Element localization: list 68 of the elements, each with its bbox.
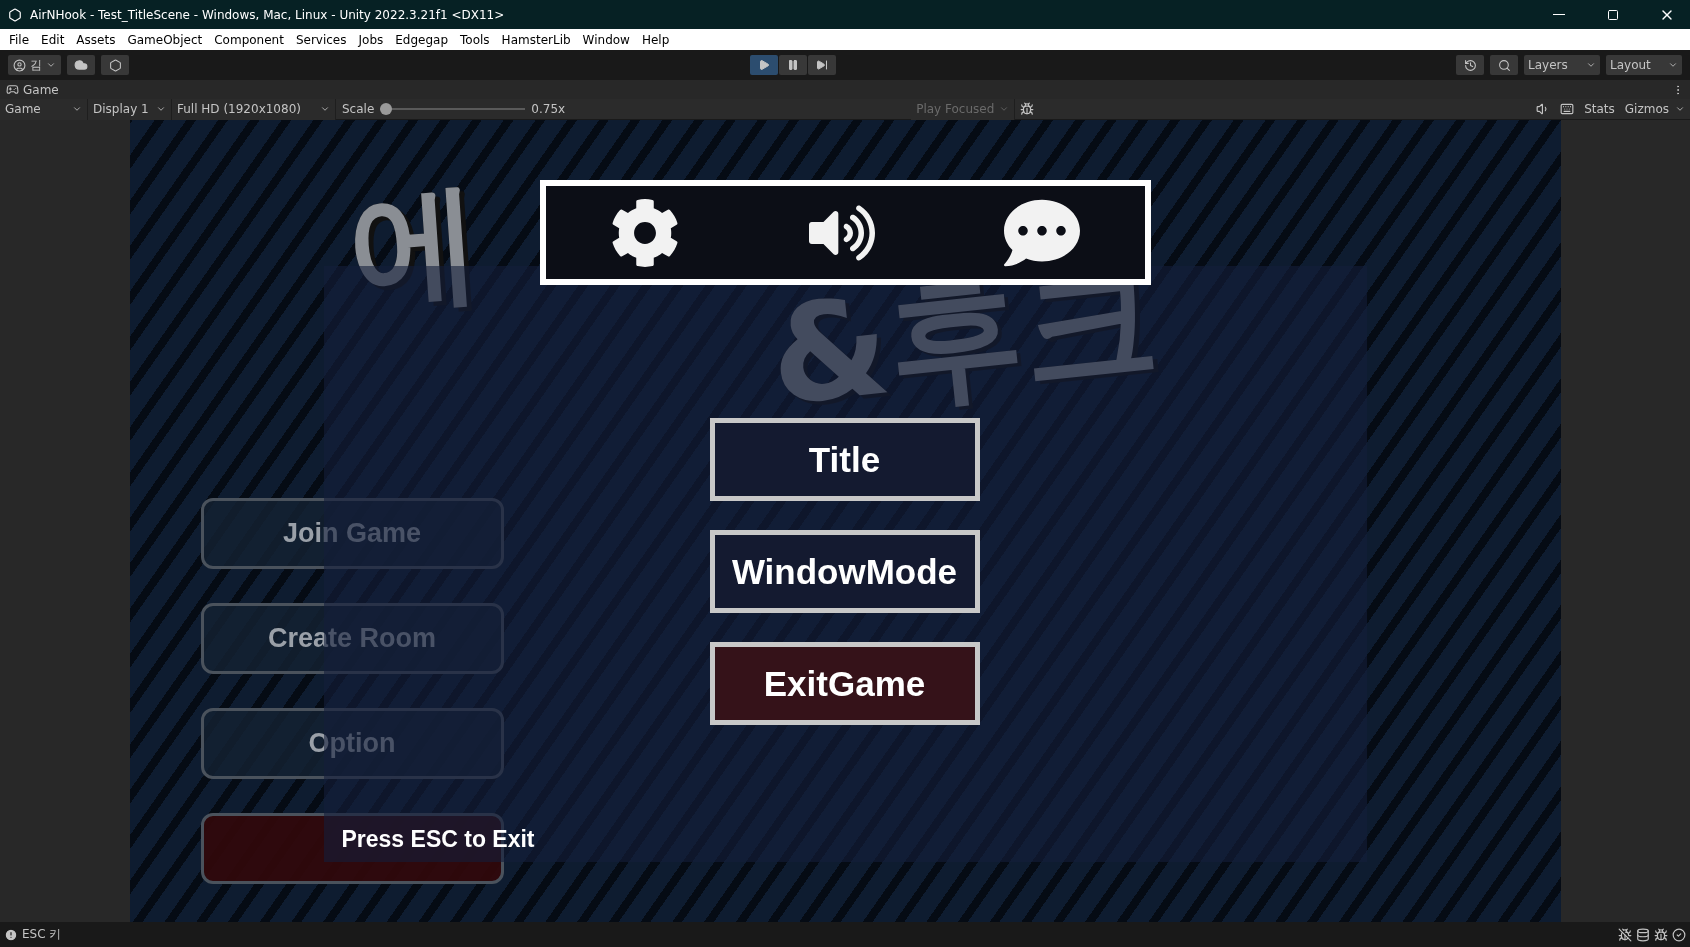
menu-item[interactable]: Edgegap bbox=[389, 29, 455, 50]
game-tab[interactable]: Game bbox=[23, 82, 59, 97]
cloud-icon bbox=[74, 58, 88, 72]
menu-item[interactable]: Component bbox=[208, 29, 290, 50]
window-title: AirNHook - Test_TitleScene - Windows, Mac, Linux - Unity 2022.3.21f1 <DX11> bbox=[30, 7, 506, 22]
layers-dropdown[interactable]: Layers bbox=[1524, 55, 1600, 75]
caret-icon bbox=[156, 104, 166, 114]
view-dropdown[interactable]: Game bbox=[0, 98, 88, 120]
gear-icon bbox=[610, 197, 680, 268]
cloud-button[interactable] bbox=[67, 55, 95, 75]
caret-icon bbox=[72, 104, 82, 114]
menu-item[interactable]: HamsterLib bbox=[495, 29, 577, 50]
menu-item[interactable]: Jobs bbox=[352, 29, 390, 50]
menu-button[interactable]: Title bbox=[709, 418, 980, 501]
maximize-icon bbox=[1607, 8, 1619, 21]
menu-item[interactable]: File bbox=[3, 29, 36, 50]
menu-button[interactable]: WindowMode bbox=[709, 530, 980, 613]
status-message: ESC 키 bbox=[22, 926, 63, 943]
search-icon bbox=[1497, 58, 1511, 72]
gizmos-dropdown[interactable]: Gizmos bbox=[1619, 98, 1690, 120]
slider-thumb[interactable] bbox=[380, 103, 393, 115]
gamepad-icon bbox=[6, 83, 19, 96]
menu-item[interactable]: Assets bbox=[70, 29, 122, 50]
alert-icon bbox=[4, 927, 18, 942]
logo-text: 에 bbox=[345, 175, 484, 315]
menu-item[interactable]: GameObject bbox=[121, 29, 209, 50]
caret-icon bbox=[999, 104, 1010, 114]
settings-button[interactable] bbox=[610, 197, 680, 268]
caret-icon bbox=[1668, 60, 1678, 70]
stats-button[interactable]: Stats bbox=[1579, 98, 1620, 120]
menu-item[interactable]: Edit bbox=[35, 29, 71, 50]
menu-button[interactable]: ExitGame bbox=[709, 642, 980, 725]
play-button[interactable] bbox=[749, 55, 778, 75]
scale-reading: 0.75x bbox=[530, 102, 567, 116]
search-button[interactable] bbox=[1490, 55, 1518, 75]
unity-logo-icon bbox=[8, 7, 22, 22]
check-icon[interactable] bbox=[1672, 927, 1686, 942]
caret-icon bbox=[1675, 104, 1685, 114]
display-dropdown[interactable]: Display 1 bbox=[88, 98, 172, 120]
account-icon bbox=[13, 58, 26, 72]
scale-slider[interactable] bbox=[380, 103, 526, 115]
layout-dropdown[interactable]: Layout bbox=[1606, 55, 1682, 75]
bug-icon[interactable] bbox=[1654, 927, 1668, 942]
menu-item[interactable]: Help bbox=[635, 29, 676, 50]
play-icon bbox=[757, 59, 770, 71]
menu-item[interactable]: Window bbox=[576, 29, 636, 50]
exit-hint: Press ESC to Exit bbox=[341, 826, 535, 853]
bug-off-icon[interactable] bbox=[1618, 927, 1632, 942]
caret-icon bbox=[320, 104, 330, 114]
pause-button[interactable] bbox=[778, 55, 807, 75]
menu-item[interactable]: Tools bbox=[454, 29, 496, 50]
scale-label: Scale bbox=[341, 102, 376, 116]
step-button[interactable] bbox=[807, 55, 836, 75]
step-icon bbox=[815, 59, 828, 71]
history-icon bbox=[1463, 58, 1477, 72]
menu-item[interactable]: Services bbox=[289, 29, 353, 50]
minimize-icon bbox=[1553, 14, 1565, 15]
database-icon[interactable] bbox=[1636, 927, 1650, 942]
bug-icon bbox=[1020, 102, 1035, 116]
caret-icon bbox=[1586, 60, 1596, 70]
account-dropdown[interactable]: 김 bbox=[8, 55, 61, 75]
caret-icon bbox=[46, 60, 56, 70]
hexagon-icon bbox=[108, 58, 122, 72]
history-button[interactable] bbox=[1456, 55, 1484, 75]
pause-icon bbox=[786, 59, 799, 71]
resolution-dropdown[interactable]: Full HD (1920x1080) bbox=[172, 98, 336, 120]
keyboard-icon bbox=[1560, 102, 1575, 116]
hexagon-button[interactable] bbox=[101, 55, 129, 75]
